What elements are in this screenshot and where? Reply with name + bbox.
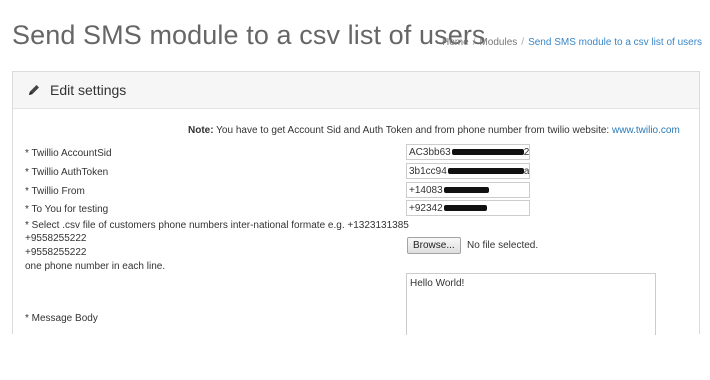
redaction-mark: [447, 168, 524, 175]
twilio-note: Note: You have to get Account Sid and Au…: [188, 125, 680, 136]
file-status: No file selected.: [467, 240, 539, 251]
auth-token-tail: a: [523, 166, 530, 177]
message-body-textarea[interactable]: Hello World!: [406, 273, 656, 335]
panel-title: Edit settings: [50, 82, 127, 98]
from-value: +14083: [409, 185, 443, 196]
redaction-mark: [443, 205, 487, 212]
message-body-label: * Message Body: [25, 313, 98, 324]
redaction-mark: [443, 187, 489, 194]
csv-example-2: +9558255222: [25, 247, 87, 258]
redaction-mark: [451, 149, 524, 156]
account-sid-input[interactable]: AC3bb63 2: [406, 144, 530, 160]
auth-token-input[interactable]: 3b1cc94 a: [406, 163, 530, 179]
edit-settings-panel: Edit settings Note: You have to get Acco…: [12, 71, 700, 335]
from-label: * Twillio From: [25, 186, 85, 197]
account-sid-value: AC3bb63: [409, 147, 451, 158]
pencil-icon: [27, 83, 41, 97]
to-input[interactable]: +92342: [406, 200, 530, 216]
page-title: Send SMS module to a csv list of users: [12, 20, 486, 50]
auth-token-value: 3b1cc94: [409, 166, 447, 177]
breadcrumb: Home / Modules / Send SMS module to a csv li…: [442, 37, 702, 48]
note-label: Note:: [188, 125, 214, 136]
to-label: * To You for testing: [25, 204, 109, 215]
from-input[interactable]: +14083: [406, 182, 530, 198]
panel-heading: Edit settings: [13, 72, 699, 109]
csv-hint: one phone number in each line.: [25, 261, 166, 272]
csv-example-1: +9558255222: [25, 233, 87, 244]
auth-token-label: * Twillio AuthToken: [25, 167, 109, 178]
breadcrumb-modules-link[interactable]: Modules: [479, 37, 517, 48]
account-sid-label: * Twillio AccountSid: [25, 148, 112, 159]
breadcrumb-separator: /: [472, 37, 476, 48]
browse-button[interactable]: Browse...: [407, 237, 461, 254]
csv-label: * Select .csv file of customers phone nu…: [25, 220, 409, 231]
note-text: You have to get Account Sid and Auth Tok…: [216, 125, 610, 136]
account-sid-tail: 2: [523, 147, 530, 158]
breadcrumb-home-link[interactable]: Home: [442, 37, 469, 48]
breadcrumb-current[interactable]: Send SMS module to a csv list of users: [528, 37, 702, 48]
twilio-link[interactable]: www.twilio.com: [612, 125, 680, 136]
to-value: +92342: [409, 203, 443, 214]
breadcrumb-separator: /: [521, 37, 525, 48]
